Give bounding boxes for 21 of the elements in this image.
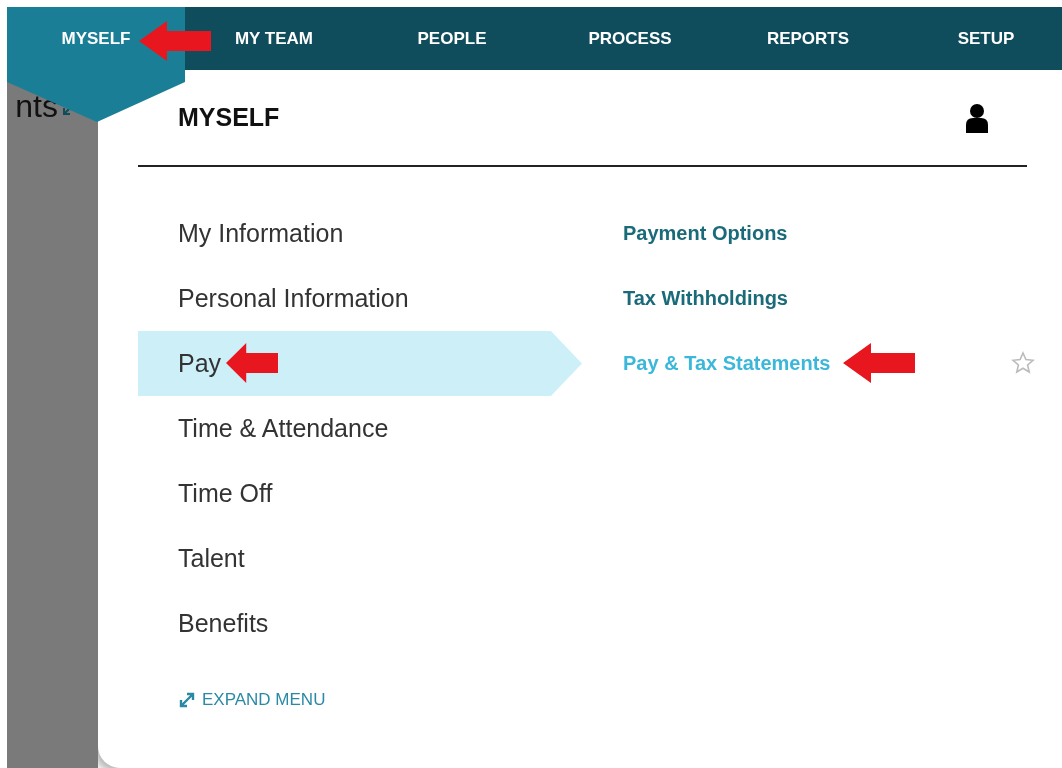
- nav-tab[interactable]: REPORTS: [719, 7, 897, 70]
- submenu-link[interactable]: Tax Withholdings: [623, 287, 788, 310]
- expand-menu-link[interactable]: EXPAND MENU: [178, 690, 326, 710]
- menu-category[interactable]: Time Off: [138, 461, 582, 526]
- nav-tab[interactable]: MYSELF: [7, 7, 185, 70]
- nav-tab[interactable]: PROCESS: [541, 7, 719, 70]
- nav-tab[interactable]: SETUP: [897, 7, 1062, 70]
- menu-category[interactable]: My Information: [138, 201, 582, 266]
- nav-tab[interactable]: MY TEAM: [185, 7, 363, 70]
- favorite-star-icon[interactable]: [1011, 351, 1035, 375]
- person-icon: [965, 102, 989, 133]
- nav-tab[interactable]: PEOPLE: [363, 7, 541, 70]
- menu-category[interactable]: Pay: [138, 331, 582, 396]
- menu-category[interactable]: Personal Information: [138, 266, 582, 331]
- menu-category[interactable]: Benefits: [138, 591, 582, 656]
- page-title: nts: [15, 88, 58, 125]
- submenu-link[interactable]: Payment Options: [623, 222, 788, 245]
- expand-icon: [178, 691, 196, 709]
- menu-category[interactable]: Time & Attendance: [138, 396, 582, 461]
- menu-category[interactable]: Talent: [138, 526, 582, 591]
- menu-title: MYSELF: [178, 103, 280, 132]
